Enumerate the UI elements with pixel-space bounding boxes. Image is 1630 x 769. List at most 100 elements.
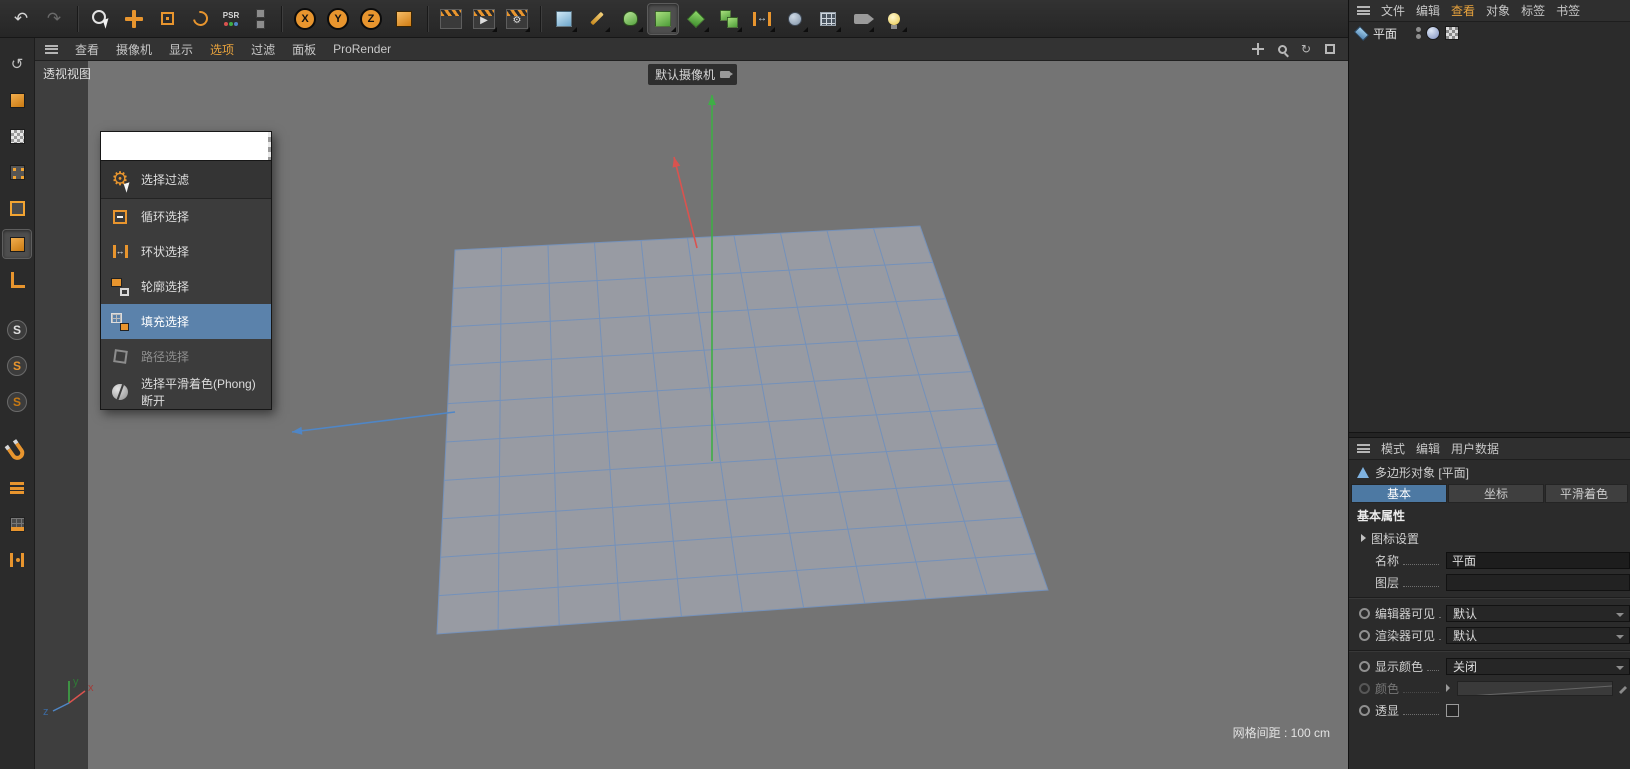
move-tool[interactable]	[119, 4, 149, 34]
om-menu-view[interactable]: 查看	[1451, 2, 1475, 19]
visibility-dots-icon[interactable]	[1416, 27, 1422, 39]
rotate-tool[interactable]	[185, 4, 215, 34]
display-color-dropdown[interactable]: 关闭	[1446, 657, 1630, 675]
menu-prorender[interactable]: ProRender	[333, 42, 391, 56]
render-picture-viewer-button[interactable]: ▶	[469, 4, 499, 34]
add-deformer-button[interactable]	[681, 4, 711, 34]
add-scene-object-button[interactable]	[714, 4, 744, 34]
viewport-menu-icon[interactable]	[45, 44, 58, 54]
attribute-manager-menu-icon[interactable]	[1357, 444, 1370, 453]
points-mode-button[interactable]	[3, 158, 31, 186]
phong-break-icon	[108, 380, 132, 404]
render-visible-dropdown[interactable]: 默认	[1446, 626, 1630, 644]
menu-item-ring-selection[interactable]: ↔ 环状选择	[101, 234, 271, 269]
tab-coordinates[interactable]: 坐标	[1448, 484, 1544, 503]
menu-item-phong-break-selection[interactable]: 选择平滑着色(Phong)断开	[101, 374, 271, 409]
add-spline-button[interactable]	[582, 4, 612, 34]
keyframe-circle[interactable]	[1359, 704, 1370, 716]
menu-camera[interactable]: 摄像机	[116, 41, 152, 58]
viewport-scene[interactable]	[88, 61, 1348, 769]
solo-hierarchy-button[interactable]: S	[3, 388, 31, 416]
y-axis-lock-button[interactable]: Y	[323, 4, 353, 34]
phong-tag-icon[interactable]	[1426, 26, 1441, 40]
menu-item-path-selection[interactable]: 路径选择	[101, 339, 271, 374]
field-name: 名称	[1349, 549, 1630, 571]
field-xray: 透显	[1349, 699, 1630, 721]
grid-snap-button[interactable]	[3, 510, 31, 538]
maximize-view-button[interactable]	[1322, 41, 1338, 57]
coordinate-mini-group[interactable]	[247, 4, 273, 34]
keyframe-circle[interactable]	[1359, 607, 1370, 619]
pan-view-button[interactable]	[1250, 41, 1266, 57]
redo-button[interactable]: ↷	[39, 4, 69, 34]
polygons-mode-button[interactable]	[3, 230, 31, 258]
add-mograph-button[interactable]: ↔	[747, 4, 777, 34]
am-menu-edit[interactable]: 编辑	[1416, 440, 1440, 457]
render-settings-button[interactable]: ⚙	[502, 4, 532, 34]
tab-basic[interactable]: 基本	[1351, 484, 1447, 503]
camera-label-pill[interactable]: 默认摄像机	[648, 64, 738, 85]
model-mode-button[interactable]	[3, 86, 31, 114]
layer-link-box[interactable]	[1446, 573, 1630, 591]
add-light-button[interactable]	[879, 4, 909, 34]
palette-search-input[interactable]	[101, 132, 268, 160]
rotate-view-button[interactable]: ↻	[1298, 41, 1314, 57]
menu-item-loop-selection[interactable]: 循环选择	[101, 199, 271, 234]
add-environment-button[interactable]	[813, 4, 843, 34]
menu-item-outline-selection[interactable]: 轮廓选择	[101, 269, 271, 304]
keyframe-circle	[1359, 682, 1370, 694]
om-menu-bookmarks[interactable]: 书签	[1556, 2, 1580, 19]
am-menu-userdata[interactable]: 用户数据	[1451, 440, 1499, 457]
menu-item-fill-selection[interactable]: 填充选择	[101, 304, 271, 339]
add-cube-button[interactable]	[549, 4, 579, 34]
object-name-input[interactable]	[1446, 551, 1630, 569]
add-generator-button[interactable]	[648, 3, 678, 34]
menu-item-selection-filter[interactable]: ⚙ 选择过滤	[101, 161, 271, 199]
xray-checkbox[interactable]	[1446, 703, 1459, 717]
icon-settings-group[interactable]: 图标设置	[1349, 527, 1630, 549]
enable-axis-button[interactable]	[3, 266, 31, 294]
add-subdivision-surface-button[interactable]	[615, 4, 645, 34]
texture-mode-button[interactable]	[3, 122, 31, 150]
menu-filter[interactable]: 过滤	[251, 41, 275, 58]
render-view-button[interactable]	[436, 4, 466, 34]
keyframe-circle[interactable]	[1359, 660, 1370, 672]
om-menu-file[interactable]: 文件	[1381, 2, 1405, 19]
object-manager-empty-area[interactable]	[1349, 44, 1630, 432]
solo-single-button[interactable]: S	[3, 352, 31, 380]
x-axis-lock-button[interactable]: X	[290, 4, 320, 34]
keyframe-circle[interactable]	[1359, 629, 1370, 641]
om-menu-tags[interactable]: 标签	[1521, 2, 1545, 19]
object-list-item-plane[interactable]: 平面	[1349, 22, 1630, 44]
snap-settings-button[interactable]	[3, 474, 31, 502]
add-camera-button[interactable]	[846, 4, 876, 34]
om-menu-object[interactable]: 对象	[1486, 2, 1510, 19]
quantize-button[interactable]	[3, 546, 31, 574]
editor-visible-dropdown[interactable]: 默认	[1446, 604, 1630, 622]
viewport-3d[interactable]: 默认摄像机 网格间距 : 100 cm	[88, 61, 1348, 769]
menu-panel[interactable]: 面板	[292, 41, 316, 58]
tab-phong[interactable]: 平滑着色	[1545, 484, 1628, 503]
undo-button[interactable]: ↶	[6, 4, 36, 34]
scale-tool[interactable]	[152, 4, 182, 34]
field-display-color: 显示颜色 关闭	[1349, 655, 1630, 677]
live-selection-tool[interactable]	[86, 4, 116, 34]
coordinate-system-button[interactable]	[389, 4, 419, 34]
z-axis-lock-button[interactable]: Z	[356, 4, 386, 34]
menu-options[interactable]: 选项	[210, 41, 234, 58]
om-menu-edit[interactable]: 编辑	[1416, 2, 1440, 19]
add-volume-button[interactable]	[780, 4, 810, 34]
workspace-row: ↺ S S S 查看 摄像机 显示 选项 过滤 面板 ProRender ↻ 透…	[0, 38, 1348, 769]
psr-tools-group[interactable]: PSR	[218, 4, 244, 34]
enable-snap-button[interactable]	[3, 438, 31, 466]
menu-display[interactable]: 显示	[169, 41, 193, 58]
solo-off-button[interactable]: S	[3, 316, 31, 344]
edges-mode-button[interactable]	[3, 194, 31, 222]
view-label[interactable]: 透视视图	[43, 65, 91, 82]
uvw-tag-icon[interactable]	[1445, 26, 1460, 40]
zoom-view-button[interactable]	[1274, 41, 1290, 57]
object-manager-menu-icon[interactable]	[1357, 6, 1370, 15]
menu-view[interactable]: 查看	[75, 41, 99, 58]
convert-editable-button[interactable]: ↺	[3, 50, 31, 78]
am-menu-mode[interactable]: 模式	[1381, 440, 1405, 457]
